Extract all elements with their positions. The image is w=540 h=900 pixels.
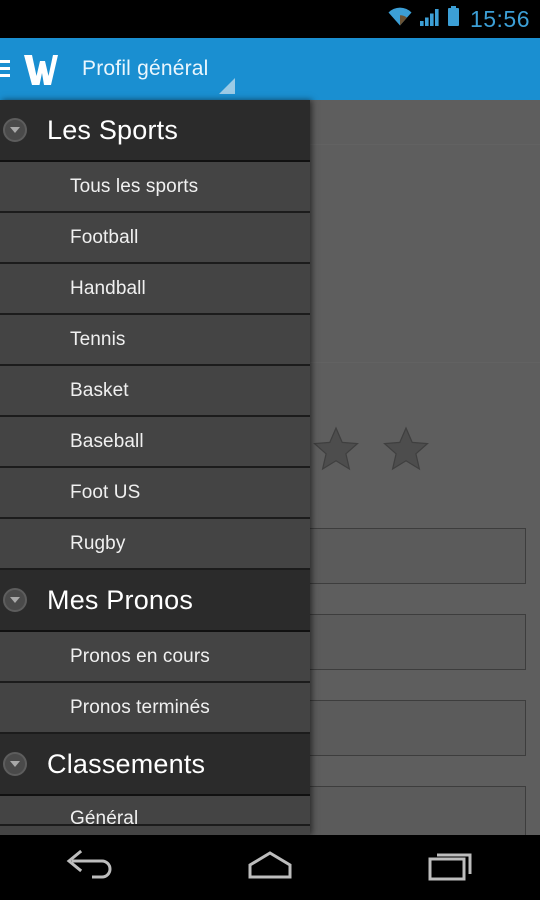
recents-button[interactable] (360, 835, 540, 900)
drawer-item-label: Baseball (70, 430, 144, 452)
drawer-item-label: Pronos terminés (70, 696, 210, 718)
drawer-item-label: Tous les sports (70, 175, 199, 197)
navigation-drawer[interactable]: Les Sports Tous les sports Football Hand… (0, 100, 310, 835)
status-bar: 15:56 (0, 0, 540, 38)
back-button[interactable] (0, 835, 180, 900)
drawer-item-pronos-en-cours[interactable]: Pronos en cours (0, 632, 310, 683)
drawer-item-tous-les-sports[interactable]: Tous les sports (0, 162, 310, 213)
drawer-item-football[interactable]: Football (0, 213, 310, 264)
drawer-item-rugby[interactable]: Rugby (0, 519, 310, 570)
star-icon (312, 425, 360, 473)
dropdown-caret-icon[interactable] (218, 78, 235, 94)
drawer-group-header-les-sports[interactable]: Les Sports (0, 100, 310, 162)
chevron-down-circle-icon[interactable] (3, 588, 27, 612)
drawer-item-label: Pronos en cours (70, 645, 210, 667)
drawer-item-label: Football (70, 226, 139, 248)
page-title: Profil général (82, 57, 209, 80)
drawer-group-label: Mes Pronos (47, 584, 194, 615)
drawer-item-pronos-termines[interactable]: Pronos terminés (0, 683, 310, 734)
drawer-item-label: Foot US (70, 481, 141, 503)
drawer-item-baseball[interactable]: Baseball (0, 417, 310, 468)
drawer-item-handball[interactable]: Handball (0, 264, 310, 315)
home-icon (242, 847, 298, 888)
drawer-item-tennis[interactable]: Tennis (0, 315, 310, 366)
system-navigation-bar (0, 835, 540, 900)
star-icon (382, 425, 430, 473)
status-bar-clock: 15:56 (469, 6, 530, 32)
drawer-item-label: Tennis (70, 328, 126, 350)
drawer-group-label: Les Sports (47, 114, 179, 145)
drawer-group-header-mes-pronos[interactable]: Mes Pronos (0, 570, 310, 632)
drawer-item-label: Basket (70, 379, 129, 401)
rating-stars (312, 425, 430, 473)
chevron-down-circle-icon[interactable] (3, 752, 27, 776)
back-arrow-icon (62, 847, 118, 888)
home-button[interactable] (180, 835, 360, 900)
cellular-signal-icon (419, 7, 440, 32)
drawer-item-basket[interactable]: Basket (0, 366, 310, 417)
wifi-icon (387, 7, 413, 32)
drawer-item-label: Rugby (70, 532, 126, 554)
w-logo (20, 47, 60, 91)
battery-icon (447, 6, 460, 32)
recents-icon (422, 847, 478, 888)
phone-screen: 15:56 Profil général Les Sports Tous les… (0, 0, 540, 900)
drawer-group-label: Classements (47, 748, 206, 779)
drawer-item-foot-us[interactable]: Foot US (0, 468, 310, 519)
app-bar: Profil général (0, 38, 540, 100)
hamburger-menu-icon[interactable] (0, 56, 14, 82)
chevron-down-circle-icon[interactable] (3, 118, 27, 142)
drawer-group-header-classements[interactable]: Classements (0, 734, 310, 796)
drawer-item-general[interactable]: Général (0, 796, 310, 829)
drawer-item-label: Handball (70, 277, 146, 299)
drawer-item-label: Général (70, 808, 139, 829)
